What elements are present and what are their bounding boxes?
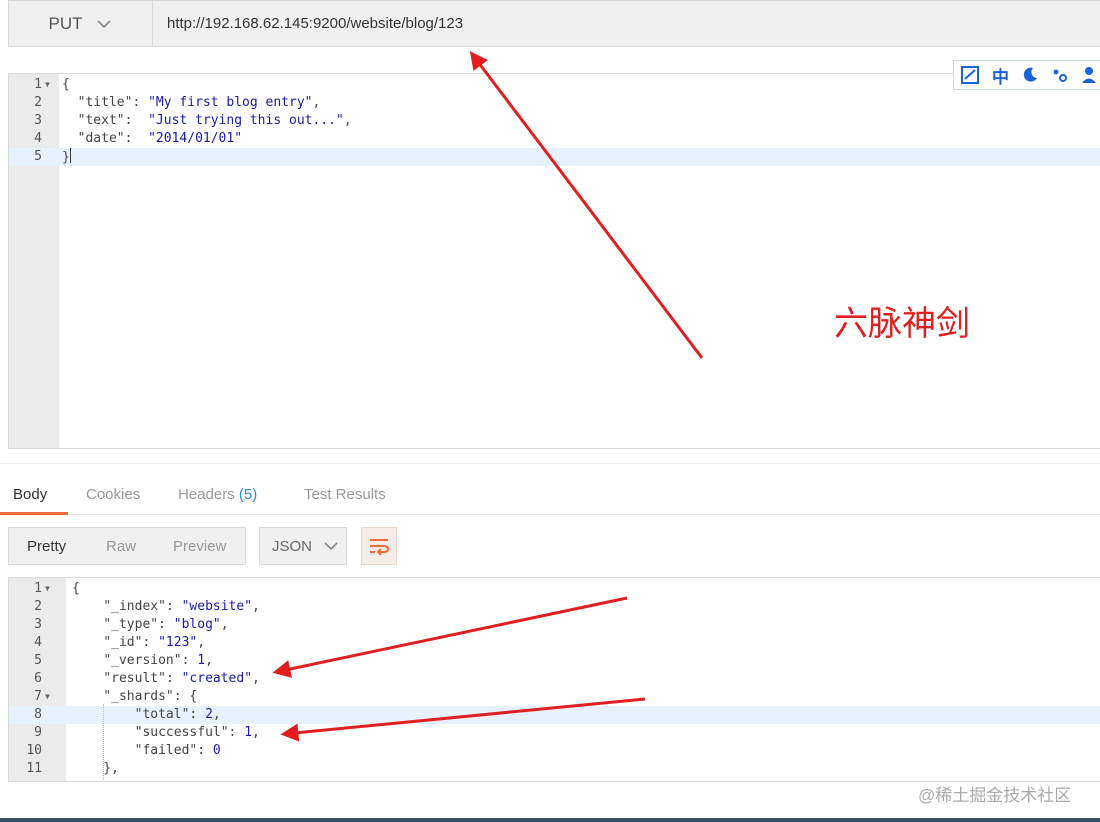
arrow-to-result [272,596,628,678]
footer-bar [0,818,1100,822]
watermark: @稀土掘金技术社区 [918,786,1072,805]
annotation-arrows [272,51,704,742]
arrow-to-successful [280,697,646,742]
arrow-to-url [469,51,704,359]
